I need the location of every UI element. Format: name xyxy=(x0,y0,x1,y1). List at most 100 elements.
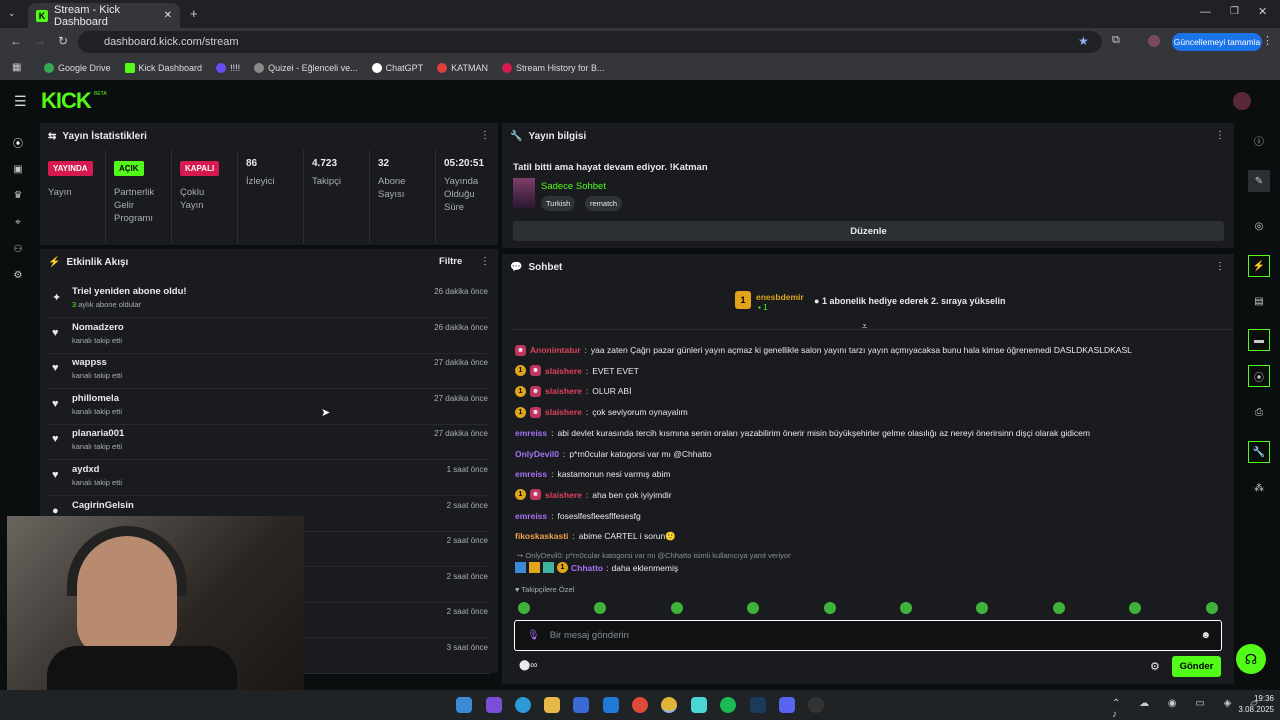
tag-rematch[interactable]: rematch xyxy=(585,196,623,211)
emote-icon[interactable] xyxy=(671,602,683,614)
settings-icon[interactable]: ⚙ xyxy=(11,268,25,282)
chat-username[interactable]: fikoskaskasti xyxy=(515,531,568,541)
document-icon[interactable]: ▤ xyxy=(1252,294,1266,308)
chat-message[interactable]: 1 ☻ slaishere: EVET EVET xyxy=(515,364,639,378)
chat-username[interactable]: emreiss xyxy=(515,428,547,438)
tag-turkish[interactable]: Turkish xyxy=(541,196,576,211)
chat-menu-icon[interactable]: ⋮ xyxy=(1215,261,1225,272)
info-icon[interactable]: ⓘ xyxy=(1252,133,1266,148)
emote-icon[interactable] xyxy=(900,602,912,614)
clock-time[interactable]: 19:36 xyxy=(1248,694,1274,703)
new-tab-icon[interactable]: + xyxy=(190,6,198,21)
minimize-icon[interactable]: — xyxy=(1200,6,1211,18)
category-name[interactable]: Sadece Sohbet xyxy=(541,181,606,192)
reply-user[interactable]: Chhatto xyxy=(571,563,603,573)
emote-icon[interactable] xyxy=(594,602,606,614)
spotify-icon[interactable] xyxy=(720,697,736,713)
bookmark-stream-history[interactable]: Stream History for B... xyxy=(502,63,605,73)
tab-list-icon[interactable]: ⌄ xyxy=(8,8,16,19)
apps-grid-icon[interactable]: ▦ xyxy=(12,62,21,73)
chat-message[interactable]: 1 ☻ slaishere: OLUR ABİ xyxy=(515,384,631,398)
chat-input[interactable]: 🎙 Bir mesaj gönderin ☻ xyxy=(514,620,1222,651)
activity-item[interactable]: ♥ planaria001 kanalı takip etti 27 dakika ö… xyxy=(48,425,490,461)
bookmark-google-drive[interactable]: Google Drive xyxy=(44,63,111,73)
stream-info-menu-icon[interactable]: ⋮ xyxy=(1215,130,1225,141)
chat-username[interactable]: emreiss xyxy=(515,469,547,479)
send-button[interactable]: Gönder xyxy=(1172,656,1221,677)
broadcast-icon[interactable]: ⦿ xyxy=(11,135,25,150)
moderation-icon[interactable]: ⌖ xyxy=(11,215,25,229)
chat-message[interactable]: emreiss: kastamonun nesi varmış abim xyxy=(515,467,670,481)
chrome-icon[interactable] xyxy=(632,697,648,713)
chat-message[interactable]: emreiss: abi devlet kurasında tercih kısm… xyxy=(515,426,1090,440)
dashboard-icon[interactable]: ▣ xyxy=(11,162,25,176)
bookmark-exclaim[interactable]: !!!! xyxy=(216,63,240,73)
emote-icon[interactable] xyxy=(747,602,759,614)
pinned-user[interactable]: enesbdemir xyxy=(756,292,804,302)
browser-tab[interactable]: K Stream - Kick Dashboard ✕ xyxy=(28,3,180,28)
close-window-icon[interactable]: ✕ xyxy=(1258,5,1267,18)
steam-icon[interactable] xyxy=(750,697,766,713)
collapse-icon[interactable]: ⩡ xyxy=(862,321,867,332)
chat-tools-icon[interactable]: ⬤∞ xyxy=(519,660,537,671)
chat-message[interactable]: 1 ☻ slaishere: çok seviyorum oynayalım xyxy=(515,405,688,419)
bookmark-kick-dashboard[interactable]: Kick Dashboard xyxy=(124,63,202,73)
back-icon[interactable]: ← xyxy=(10,34,22,48)
chat-settings-icon[interactable]: ⚙ xyxy=(1150,660,1160,673)
browser-menu-icon[interactable]: ⋮ xyxy=(1262,34,1273,47)
bookmark-quizei[interactable]: Quizei - Eğlenceli ve... xyxy=(254,63,358,73)
emote-icon[interactable] xyxy=(1053,602,1065,614)
windows-start-icon[interactable] xyxy=(456,697,472,713)
emoji-icon[interactable]: ☻ xyxy=(1200,630,1211,641)
chat-message[interactable]: OnlyDevil0: p*rn0cular katogorsi var mı @… xyxy=(515,447,712,461)
emote-icon[interactable] xyxy=(518,602,530,614)
clock-date[interactable]: 3.08.2025 xyxy=(1232,705,1274,714)
taskbar-app-icon[interactable] xyxy=(486,697,502,713)
nodes-icon[interactable]: ⁂ xyxy=(1252,481,1266,495)
chat-username[interactable]: slaishere xyxy=(545,407,582,417)
activity-item[interactable]: ✦ Triel yeniden abone oldu! 3 aylık abone … xyxy=(48,283,490,318)
obs-icon[interactable] xyxy=(808,697,824,713)
activity-menu-icon[interactable]: ⋮ xyxy=(480,256,490,267)
activity-item[interactable]: ♥ phillomela kanalı takip etti 27 dakika ön… xyxy=(48,390,490,425)
bookmark-chatgpt[interactable]: ChatGPT xyxy=(371,63,423,73)
discord-icon[interactable] xyxy=(779,697,795,713)
bookmark-katman[interactable]: KATMAN xyxy=(437,63,488,73)
filter-button[interactable]: Filtre xyxy=(439,256,462,267)
explorer-icon[interactable] xyxy=(544,697,560,713)
profile-icon[interactable] xyxy=(1148,35,1160,47)
url-field[interactable]: dashboard.kick.com/stream xyxy=(78,31,1102,53)
emote-icon[interactable] xyxy=(976,602,988,614)
chat-username[interactable]: Anonimtatur xyxy=(530,345,581,355)
chat-message[interactable]: emreiss: foseslfesfleesflfesesfg xyxy=(515,509,641,523)
reload-icon[interactable]: ↻ xyxy=(58,34,68,48)
emote-icon[interactable] xyxy=(1206,602,1218,614)
maximize-icon[interactable]: ❐ xyxy=(1230,6,1239,17)
forward-icon[interactable]: → xyxy=(34,34,46,48)
support-button[interactable]: ☊ xyxy=(1236,644,1266,674)
chrome-active-icon[interactable] xyxy=(661,697,677,713)
bookmark-star-icon[interactable]: ★ xyxy=(1078,34,1089,48)
chat-icon[interactable]: ▬ xyxy=(1248,329,1270,351)
activity-item[interactable]: ♥ wappss kanalı takip etti 27 dakika önce xyxy=(48,354,490,390)
activity-item[interactable]: ♥ Nomadzero kanalı takip etti 26 dakika önc… xyxy=(48,319,490,354)
chat-message[interactable]: ☻ Anonimtatur: yaa zaten Çağrı pazar günle… xyxy=(515,343,1132,357)
users-icon[interactable]: ⚇ xyxy=(11,242,25,256)
emote-icon[interactable] xyxy=(824,602,836,614)
close-tab-icon[interactable]: ✕ xyxy=(164,10,172,21)
chat-username[interactable]: slaishere xyxy=(545,366,582,376)
pencil-icon[interactable]: ✎ xyxy=(1248,170,1270,192)
avatar[interactable] xyxy=(1233,92,1251,110)
tool-icon[interactable]: 🔧 xyxy=(1248,441,1270,463)
broadcast-status-icon[interactable]: ⦿ xyxy=(1248,365,1270,387)
extensions-icon[interactable]: ⧉ xyxy=(1112,34,1120,47)
chat-message[interactable]: 1 ☻ slaishere: aha ben çok iyiyimdir xyxy=(515,488,672,502)
taskbar-app-icon[interactable] xyxy=(603,697,619,713)
emote-icon[interactable] xyxy=(1129,602,1141,614)
chat-username[interactable]: slaishere xyxy=(545,490,582,500)
activity-item[interactable]: ♥ aydxd kanalı takip etti 1 saat önce xyxy=(48,461,490,496)
camera-icon[interactable]: ◎ xyxy=(1252,219,1266,233)
trophy-icon[interactable]: ♛ xyxy=(11,188,25,202)
chat-username[interactable]: slaishere xyxy=(545,386,582,396)
stats-menu-icon[interactable]: ⋮ xyxy=(480,130,490,141)
